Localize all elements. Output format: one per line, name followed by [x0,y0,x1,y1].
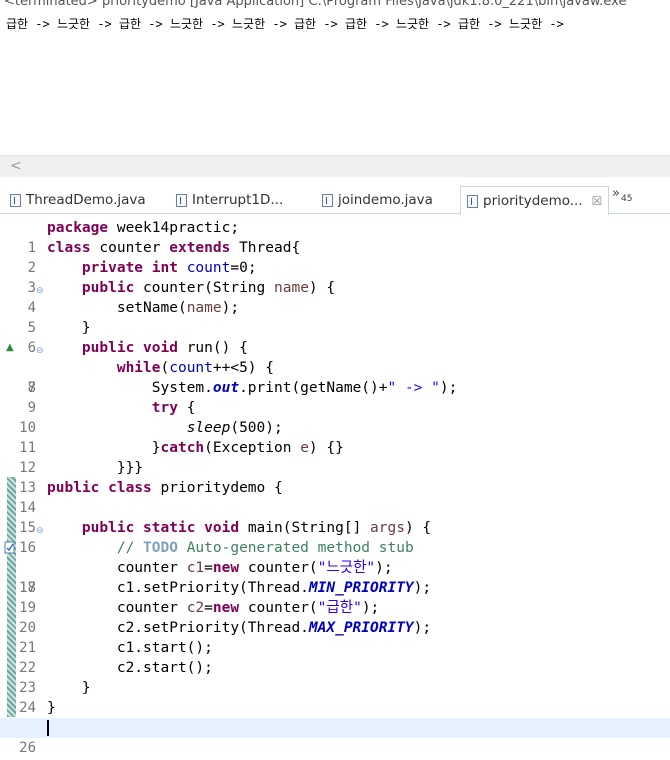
code-line: 14 public class prioritydemo { [0,478,670,516]
code-line: 12 }catch(Exception e) {} [0,438,670,476]
code-line: 9 System.out.print(getName()+" -> "); [0,378,670,416]
editor-tab-bar: ThreadDemo.java Interrupt1D... joindemo.… [0,183,670,215]
tab-label: joindemo.java [338,192,433,208]
code-line: 16 ⊖ public static void main(String[] ar… [0,518,670,556]
tab-label: Interrupt1D... [192,192,284,208]
tab-joindemo[interactable]: joindemo.java [316,186,439,214]
code-line: 20 counter c2=new counter("급한"); [0,598,670,636]
java-file-icon [467,194,478,208]
tab-overflow-count: 45 [621,194,633,204]
code-line: 10 try { [0,398,670,436]
tab-label: ThreadDemo.java [26,192,146,208]
code-line: 3 private int count=0; [0,258,670,296]
code-line: 2 class counter extends Thread{ [0,238,670,276]
tab-threaddemo[interactable]: ThreadDemo.java [4,186,152,214]
code-line: 8 while(count++<5) { [0,358,670,396]
java-file-icon [176,193,187,207]
scroll-left-icon[interactable]: < [10,158,22,174]
code-line: 11 sleep(500); [0,418,670,456]
code-line: 21 c2.setPriority(Thread.MAX_PRIORITY); [0,618,670,656]
text-cursor [47,720,49,736]
code-line: ▲ 7 ⊖ public void run() { [6,338,248,396]
code-line: 22 c1.start(); [0,638,670,676]
code-line: 17 // TODO Auto-generated method stub [0,538,670,596]
code-line: 13 }}} [0,458,670,496]
code-line: 5 setName(name); [0,298,670,336]
java-file-icon [10,193,21,207]
tab-interrupt1demo[interactable]: Interrupt1D... [170,186,289,214]
code-line: 19 c1.setPriority(Thread.MIN_PRIORITY); [0,578,670,616]
java-file-icon [322,193,333,207]
tab-label: prioritydemo... [483,193,583,209]
console-panel: <terminated> prioritydemo [Java Applicat… [0,0,670,180]
code-line: 18 counter c1=new counter("느긋한"); [0,558,670,596]
console-horizontal-scrollbar[interactable]: < [0,155,670,177]
console-output: 급한 -> 느긋한 -> 급한 -> 느긋한 -> 느긋한 -> 급한 -> 급… [6,17,564,31]
task-marker-icon[interactable] [4,540,16,554]
current-code-line[interactable]: 26 [0,718,670,756]
line-number: 26 [19,740,36,756]
console-title: <terminated> prioritydemo [Java Applicat… [4,0,627,8]
code-line: 6 } [0,318,670,356]
close-icon[interactable]: ☒ [592,194,603,208]
code-line: 15 [0,498,670,536]
code-editor[interactable]: 1 package week14practic; 2 class counter… [0,215,670,760]
tab-overflow-chevron-icon[interactable]: » [612,186,620,201]
code-line: 25 } [0,698,670,736]
override-icon[interactable]: ▲ [6,338,14,358]
tab-prioritydemo[interactable]: prioritydemo... ☒ [460,186,610,215]
code-line: 1 package week14practic; [0,218,670,256]
code-line: 23 c2.start(); [0,658,670,696]
code-line: 24 } [0,678,670,716]
code-line: 4 ⊖ public counter(String name) { [0,278,670,316]
